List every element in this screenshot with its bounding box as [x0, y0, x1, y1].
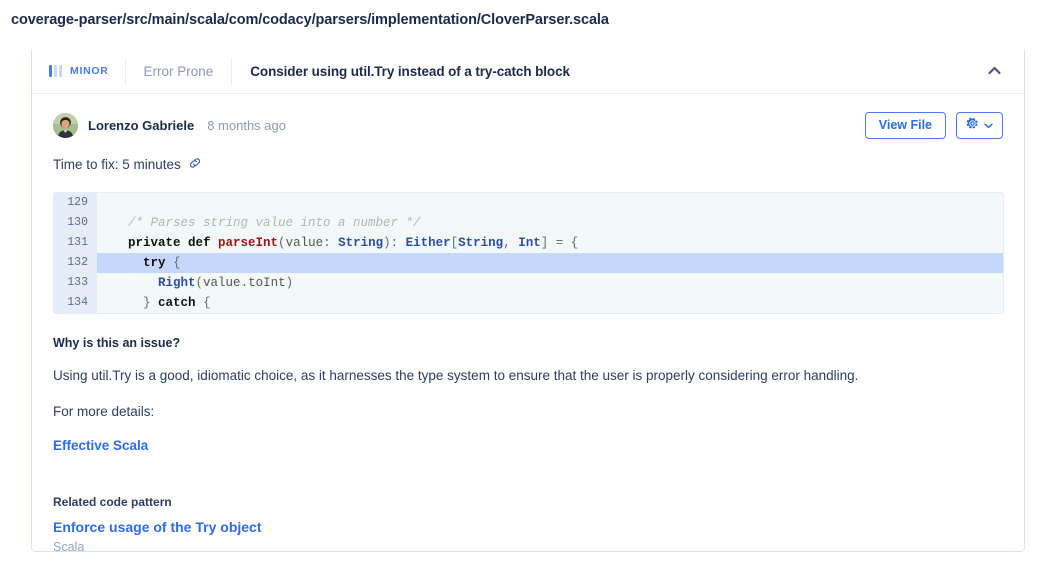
time-to-fix-label: Time to fix: 5 minutes: [53, 157, 181, 172]
reference-link[interactable]: Effective Scala: [53, 438, 148, 453]
related-pattern-heading: Related code pattern: [53, 495, 172, 510]
code-line-content: /* Parses string value into a number */: [128, 216, 421, 230]
issue-actions: View File: [864, 111, 1003, 139]
time-to-fix-row: Time to fix: 5 minutes: [53, 156, 1003, 173]
code-line: 134 } catch {: [54, 293, 1003, 313]
code-line-number: 129: [54, 193, 97, 213]
code-line-number: 134: [54, 293, 97, 313]
code-line: 129: [54, 193, 1003, 213]
gear-icon: [966, 117, 979, 133]
issue-body: Lorenzo Gabriele 8 months ago View File: [32, 94, 1024, 554]
code-line-number: 132: [54, 253, 97, 273]
code-line: 133 Right(value.toInt): [54, 273, 1003, 293]
issue-title: Consider using util.Try instead of a try…: [250, 63, 570, 79]
author-name: Lorenzo Gabriele: [88, 117, 195, 133]
issue-meta-row: Lorenzo Gabriele 8 months ago View File: [53, 94, 1003, 156]
code-line-content: } catch {: [113, 296, 211, 310]
explanation-body: Using util.Try is a good, idiomatic choi…: [53, 368, 859, 383]
code-line-content: try {: [143, 256, 181, 270]
code-line-content: Right(value.toInt): [158, 276, 294, 290]
code-line-number: 133: [54, 273, 97, 293]
related-pattern-link[interactable]: Enforce usage of the Try object: [53, 519, 1003, 535]
code-line-number: 131: [54, 233, 97, 253]
issue-category: Error Prone: [143, 63, 214, 79]
severity-badge: MINOR: [49, 65, 125, 77]
severity-level-icon: [49, 65, 62, 77]
settings-dropdown-button[interactable]: [956, 111, 1003, 139]
chevron-down-icon: [984, 118, 993, 132]
file-path-title: coverage-parser/src/main/scala/com/codac…: [11, 12, 609, 28]
timestamp: 8 months ago: [207, 117, 286, 133]
explanation-heading: Why is this an issue?: [53, 336, 181, 350]
avatar: [53, 112, 78, 138]
code-line: 130 /* Parses string value into a number…: [54, 213, 1003, 233]
code-line-content: private def parseInt(value: String): Eit…: [128, 236, 579, 250]
code-line: 131 private def parseInt(value: String):…: [54, 233, 1003, 253]
more-details-label: For more details:: [53, 403, 155, 419]
severity-label: MINOR: [70, 65, 109, 77]
collapse-toggle[interactable]: [974, 49, 1014, 93]
code-snippet: 129 130 /* Parses string value into a num…: [53, 192, 1004, 314]
related-pattern-language: Scala: [53, 540, 85, 555]
chain-link-icon[interactable]: [188, 156, 202, 173]
code-line-number: 130: [54, 213, 97, 233]
code-line: 132 try {: [54, 253, 1003, 273]
issue-header: MINOR Error Prone Consider using util.Tr…: [32, 49, 1024, 94]
chevron-up-icon: [987, 62, 1001, 80]
view-file-button[interactable]: View File: [864, 111, 946, 139]
issue-panel: MINOR Error Prone Consider using util.Tr…: [31, 49, 1025, 554]
